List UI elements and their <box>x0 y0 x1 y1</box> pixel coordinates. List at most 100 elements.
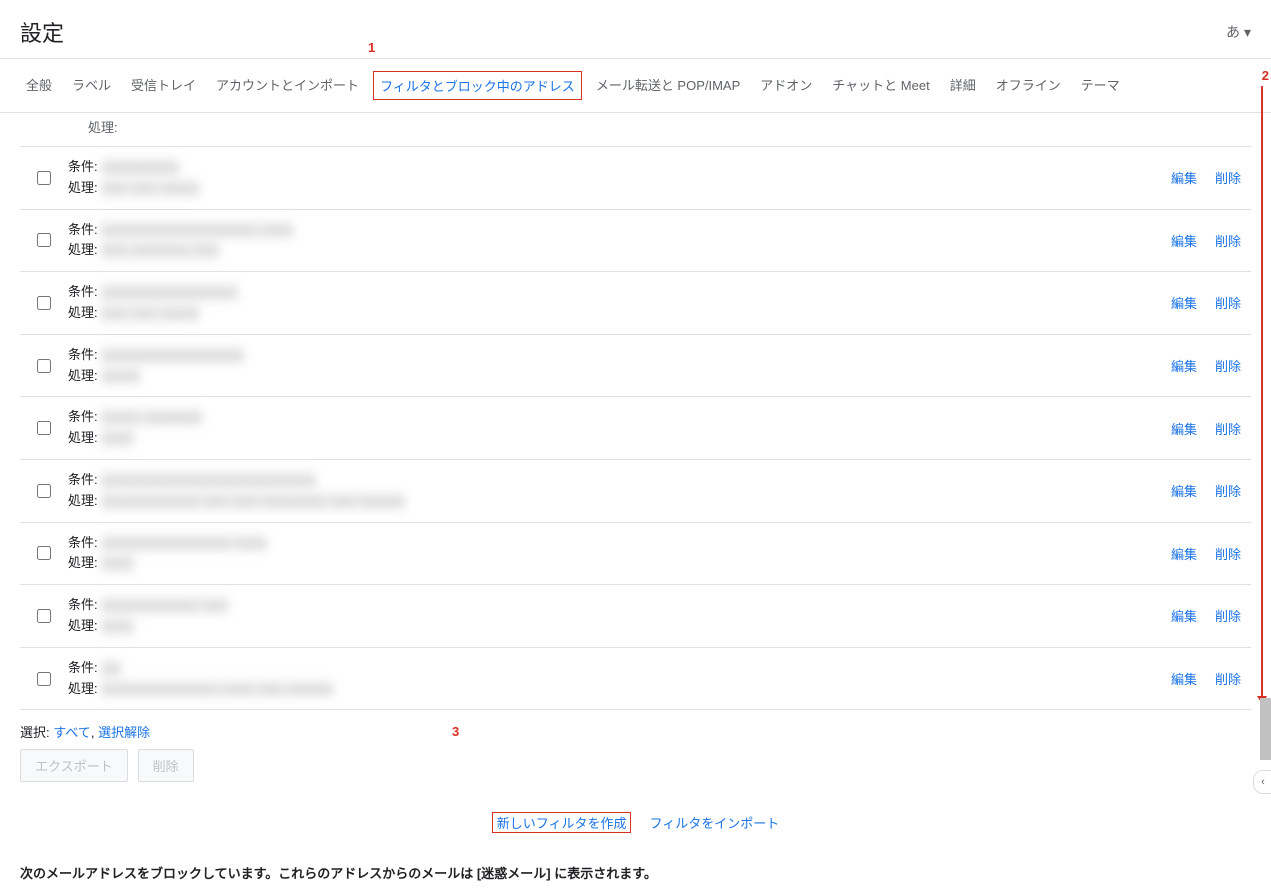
filter-row: 条件: xxxxxxxxxxxxxxx xxxx処理: xxxxx編集削除 <box>20 585 1251 648</box>
filter-row-actions: 編集削除 <box>1171 419 1241 438</box>
delete-filter-link[interactable]: 削除 <box>1215 481 1241 500</box>
filter-row-actions: 編集削除 <box>1171 606 1241 625</box>
checkbox-cell <box>20 233 68 247</box>
delete-filter-link[interactable]: 削除 <box>1215 231 1241 250</box>
filter-checkbox[interactable] <box>37 672 51 686</box>
filter-cond-label: 条件: <box>68 535 98 550</box>
select-none-link[interactable]: 選択解除 <box>98 725 150 740</box>
filter-cond-value: xxxxxxxxxxxxxxxxxxxxx <box>101 282 238 303</box>
delete-filter-link[interactable]: 削除 <box>1215 356 1241 375</box>
filter-row-actions: 編集削除 <box>1171 481 1241 500</box>
filter-proc-label: 処理: <box>68 368 98 383</box>
tab-offline[interactable]: オフライン <box>990 71 1067 100</box>
edit-filter-link[interactable]: 編集 <box>1171 606 1197 625</box>
filter-checkbox[interactable] <box>37 484 51 498</box>
filters-content: 処理: 条件: xxxxxxxxxxxx処理: xxxx xxxx xxxxxx… <box>0 113 1271 892</box>
filter-cond-label: 条件: <box>68 597 98 612</box>
bulk-actions: エクスポート 削除 <box>20 749 1251 802</box>
filter-proc-label: 処理: <box>68 430 98 445</box>
bulk-delete-button[interactable]: 削除 <box>138 749 194 782</box>
tab-filters-blocked[interactable]: フィルタとブロック中のアドレス <box>373 71 582 100</box>
delete-filter-link[interactable]: 削除 <box>1215 544 1241 563</box>
settings-tabs: 全般 ラベル 受信トレイ アカウントとインポート フィルタとブロック中のアドレス… <box>0 59 1271 113</box>
filter-cond-label: 条件: <box>68 284 98 299</box>
filter-proc-value: xxxxx <box>101 428 134 449</box>
filter-proc-value: xxxxxxxxxxxxxxxxxx xxxxx xxxx xxxxxxx <box>101 679 333 700</box>
filter-proc-value: xxxxxx <box>101 366 140 387</box>
filter-row-actions: 編集削除 <box>1171 168 1241 187</box>
filter-row: 条件: xxxxxxxxxxxxxxxxxxxx xxxxx処理: xxxxx編… <box>20 523 1251 586</box>
tab-accounts-import[interactable]: アカウントとインポート <box>210 71 365 100</box>
checkbox-cell <box>20 421 68 435</box>
tab-addons[interactable]: アドオン <box>754 71 818 100</box>
filter-checkbox[interactable] <box>37 171 51 185</box>
filter-row-actions: 編集削除 <box>1171 669 1241 688</box>
checkbox-cell <box>20 609 68 623</box>
filter-proc-value: xxxxx <box>101 616 134 637</box>
filter-cond-label: 条件: <box>68 222 98 237</box>
tab-chat-meet[interactable]: チャットと Meet <box>826 71 935 100</box>
filter-row: 条件: xxxxxxxxxxxxxxxxxxxxxxxx xxxxx処理: xx… <box>20 210 1251 273</box>
create-filter-link[interactable]: 新しいフィルタを作成 <box>497 816 627 831</box>
annotation-1: 1 <box>368 40 375 55</box>
export-button[interactable]: エクスポート <box>20 749 128 782</box>
filter-checkbox[interactable] <box>37 421 51 435</box>
tab-advanced[interactable]: 詳細 <box>944 71 982 100</box>
filter-cond-label: 条件: <box>68 660 98 675</box>
page-title: 設定 <box>20 16 64 48</box>
scrollbar-thumb[interactable] <box>1260 698 1271 760</box>
delete-filter-link[interactable]: 削除 <box>1215 168 1241 187</box>
edit-filter-link[interactable]: 編集 <box>1171 669 1197 688</box>
filter-proc-value: xxxx xxxxxxxxx xxxx <box>101 240 219 261</box>
scrollbar-track[interactable] <box>1259 0 1271 892</box>
edit-filter-link[interactable]: 編集 <box>1171 231 1197 250</box>
filter-checkbox[interactable] <box>37 233 51 247</box>
filter-text: 条件: xxxxxxxxxxxxxxxxxxxxxxxx xxxxx処理: xx… <box>68 220 1171 262</box>
filter-proc-value: xxxxxxxxxxxxxxx xxxx xxxx xxxxxxxxxx xxx… <box>101 491 405 512</box>
edit-filter-link[interactable]: 編集 <box>1171 356 1197 375</box>
annotation-box-3: 新しいフィルタを作成 <box>492 812 632 833</box>
input-language-switch[interactable]: あ ▾ <box>1226 22 1251 42</box>
annotation-3: 3 <box>452 724 459 739</box>
blocked-addresses-heading: 次のメールアドレスをブロックしています。これらのアドレスからのメールは [迷惑メ… <box>20 853 1251 892</box>
checkbox-cell <box>20 546 68 560</box>
tab-forwarding-pop-imap[interactable]: メール転送と POP/IMAP <box>590 71 746 100</box>
filter-text: 条件: xxxxxxxxxxxx処理: xxxx xxxx xxxxxx <box>68 157 1171 199</box>
checkbox-cell <box>20 296 68 310</box>
edit-filter-link[interactable]: 編集 <box>1171 481 1197 500</box>
checkbox-cell <box>20 171 68 185</box>
edit-filter-link[interactable]: 編集 <box>1171 293 1197 312</box>
tab-inbox[interactable]: 受信トレイ <box>125 71 202 100</box>
filter-proc-label: 処理: <box>68 618 98 633</box>
filter-proc-label: 処理: <box>88 120 118 135</box>
tab-labels[interactable]: ラベル <box>66 71 117 100</box>
import-filter-link[interactable]: フィルタをインポート <box>650 816 780 831</box>
delete-filter-link[interactable]: 削除 <box>1215 419 1241 438</box>
side-panel-toggle[interactable]: ‹ <box>1253 770 1271 794</box>
filter-row: 条件: xxxxxxxxxxxxxxxxxxxxx処理: xxxx xxxx x… <box>20 272 1251 335</box>
tab-themes[interactable]: テーマ <box>1075 71 1126 100</box>
filter-checkbox[interactable] <box>37 609 51 623</box>
filter-row: 条件: xxx処理: xxxxxxxxxxxxxxxxxx xxxxx xxxx… <box>20 648 1251 711</box>
filter-checkbox[interactable] <box>37 296 51 310</box>
filter-proc-label: 処理: <box>68 681 98 696</box>
filter-text: 条件: xxxxxxxxxxxxxxx xxxx処理: xxxxx <box>68 595 1171 637</box>
select-all-link[interactable]: すべて <box>53 725 91 740</box>
edit-filter-link[interactable]: 編集 <box>1171 419 1197 438</box>
delete-filter-link[interactable]: 削除 <box>1215 669 1241 688</box>
filter-proc-label: 処理: <box>68 493 98 508</box>
tab-general[interactable]: 全般 <box>20 71 58 100</box>
edit-filter-link[interactable]: 編集 <box>1171 168 1197 187</box>
filter-text: 条件: xxxxxx xxxxxxxxx処理: xxxxx <box>68 407 1171 449</box>
filter-row: 条件: xxxxxxxxxxxxxxxxxxxxxxxxxxxxxxxxx処理:… <box>20 460 1251 523</box>
filter-text: 条件: xxxxxxxxxxxxxxxxxxxxx処理: xxxx xxxx x… <box>68 282 1171 324</box>
filter-checkbox[interactable] <box>37 359 51 373</box>
filter-proc-value: xxxx xxxx xxxxxx <box>101 303 199 324</box>
filter-text: 条件: xxxxxxxxxxxxxxxxxxxx xxxxx処理: xxxxx <box>68 533 1171 575</box>
edit-filter-link[interactable]: 編集 <box>1171 544 1197 563</box>
create-filter-row: 新しいフィルタを作成 フィルタをインポート <box>20 802 1251 853</box>
delete-filter-link[interactable]: 削除 <box>1215 293 1241 312</box>
delete-filter-link[interactable]: 削除 <box>1215 606 1241 625</box>
filter-checkbox[interactable] <box>37 546 51 560</box>
filter-cond-value: xxx <box>101 658 121 679</box>
